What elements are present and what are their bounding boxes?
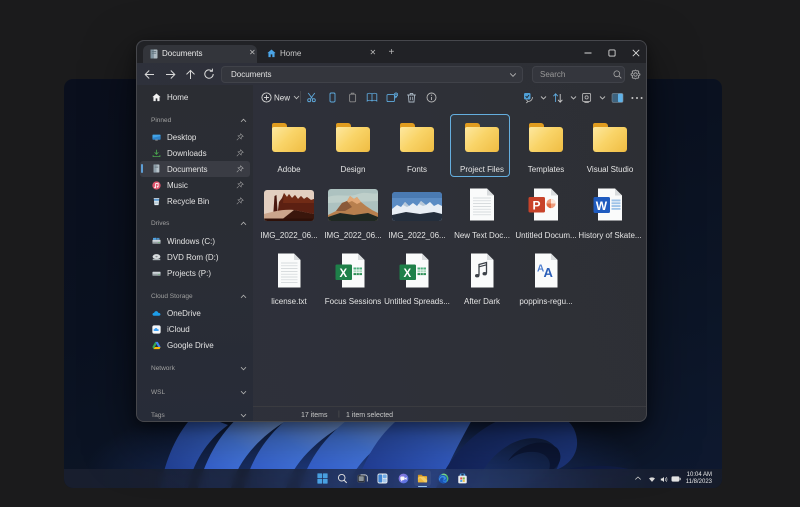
svg-text:W: W: [596, 199, 608, 213]
svg-text:New: New: [274, 94, 290, 103]
svg-text:A: A: [544, 265, 554, 280]
svg-text:X: X: [404, 268, 412, 280]
svg-text:X: X: [340, 268, 348, 280]
svg-text:P: P: [533, 199, 541, 213]
